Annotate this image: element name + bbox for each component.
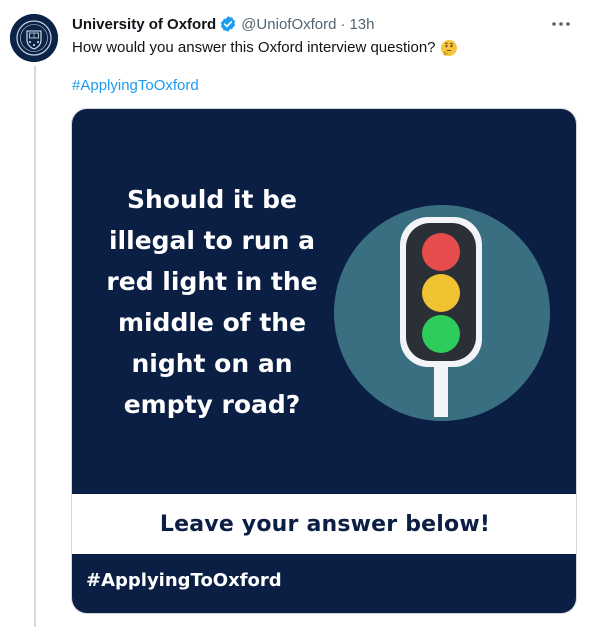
image-footer: #ApplyingToOxford [72, 554, 576, 613]
tweet-text: How would you answer this Oxford intervi… [72, 38, 458, 58]
separator-dot: · [340, 15, 346, 33]
image-hashtag-text: #ApplyingToOxford [86, 570, 282, 591]
tweet-body: How would you answer this Oxford intervi… [72, 39, 436, 56]
answer-banner: Leave your answer below! [72, 494, 576, 554]
hashtag-link[interactable]: #ApplyingToOxford [72, 76, 199, 96]
timestamp[interactable]: 13h [349, 16, 374, 33]
thinking-face-emoji-icon [440, 39, 458, 57]
tweet[interactable]: University of Oxford @UniofOxford · 13h … [0, 0, 595, 627]
display-name[interactable]: University of Oxford [72, 16, 216, 33]
more-horizontal-icon [552, 22, 570, 26]
more-options-button[interactable] [549, 14, 573, 34]
image-question-text: Should it be illegal to run a red light … [106, 185, 318, 419]
traffic-light-icon [334, 205, 550, 421]
tweet-header: University of Oxford @UniofOxford · 13h [72, 14, 375, 34]
handle[interactable]: @UniofOxford [241, 16, 336, 33]
avatar[interactable] [10, 14, 58, 62]
thread-line [34, 66, 36, 627]
verified-badge-icon [219, 15, 237, 33]
answer-prompt-text: Leave your answer below! [159, 511, 491, 537]
tweet-image[interactable]: Should it be illegal to run a red light … [71, 108, 577, 614]
image-question-panel: Should it be illegal to run a red light … [72, 109, 576, 494]
oxford-crest-icon [10, 14, 58, 62]
